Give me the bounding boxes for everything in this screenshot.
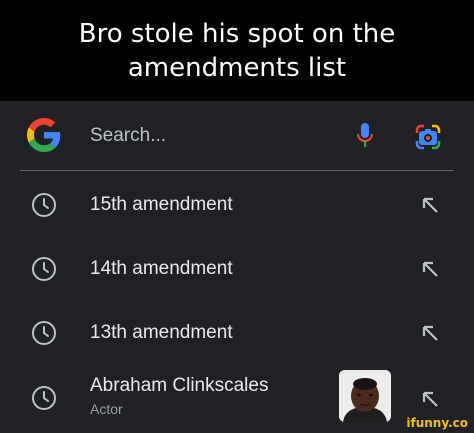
suggestion-subtitle: Actor <box>90 401 123 417</box>
suggestion-label: 13th amendment <box>90 322 233 343</box>
microphone-icon[interactable] <box>355 121 375 151</box>
arrow-up-left-icon[interactable] <box>420 259 440 279</box>
suggestion-label: 15th amendment <box>90 194 233 215</box>
divider <box>20 170 454 171</box>
suggestion-item[interactable]: 14th amendment <box>0 237 474 301</box>
arrow-up-left-icon[interactable] <box>420 323 440 343</box>
caption-line-1: Bro stole his spot on the <box>78 18 396 49</box>
history-clock-icon <box>32 193 56 217</box>
suggestion-item[interactable]: 15th amendment <box>0 173 474 237</box>
google-g-icon <box>27 118 61 152</box>
search-suggestions-panel: Search... 15th amendment 14th amendment … <box>0 101 474 433</box>
search-input[interactable]: Search... <box>90 125 166 147</box>
watermark: ifunny.co <box>406 416 468 430</box>
suggestion-item[interactable]: 13th amendment <box>0 301 474 365</box>
history-clock-icon <box>32 321 56 345</box>
search-bar[interactable]: Search... <box>0 101 474 171</box>
arrow-up-left-icon[interactable] <box>420 195 440 215</box>
history-clock-icon <box>32 386 56 410</box>
suggestion-label: Abraham Clinkscales <box>90 375 269 396</box>
arrow-up-left-icon[interactable] <box>420 389 440 409</box>
history-clock-icon <box>32 257 56 281</box>
suggestion-label: 14th amendment <box>90 258 233 279</box>
person-thumbnail <box>339 370 391 422</box>
caption-line-2: amendments list <box>127 52 347 83</box>
google-lens-icon[interactable] <box>415 124 441 150</box>
suggestion-item[interactable]: Abraham Clinkscales Actor <box>0 365 474 433</box>
meme-caption: Bro stole his spot on the amendments lis… <box>0 0 474 101</box>
